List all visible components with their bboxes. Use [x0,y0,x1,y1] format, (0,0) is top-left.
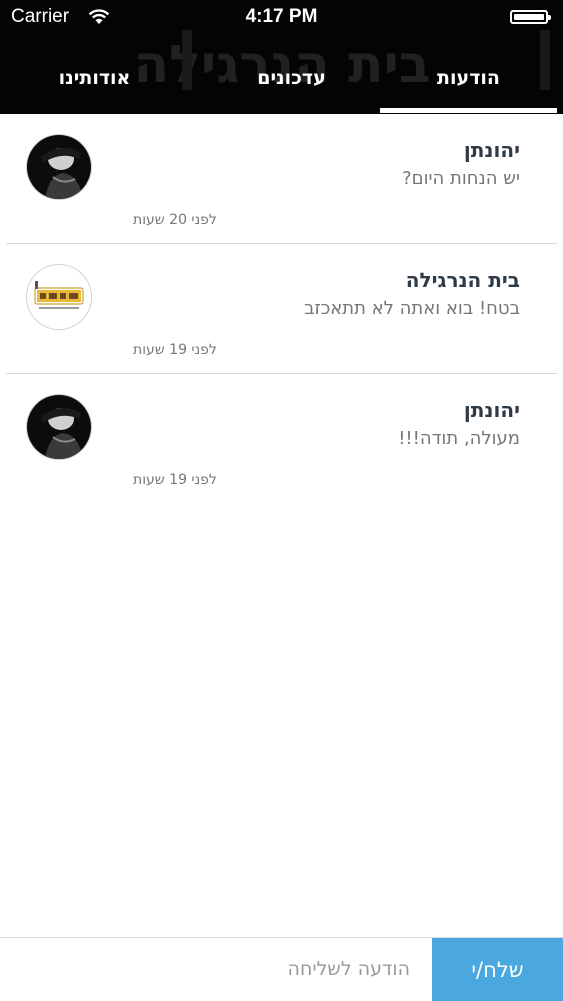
message-timestamp: לפני 20 שעות [133,212,217,228]
user-avatar-icon [27,135,91,199]
avatar [27,265,91,329]
avatar [27,135,91,199]
message-row[interactable]: יהונתן יש הנחות היום? לפני 20 שעות [0,114,563,244]
tab-messages[interactable]: הודעות [380,60,557,96]
active-tab-indicator [380,108,557,113]
status-time: 4:17 PM [245,6,318,27]
send-button[interactable]: שלח/י [432,938,563,1001]
message-text: מעולה, תודה!!! [398,428,520,449]
app-header: בית הנרגילה Carrier 4:17 PM הודעות עדכונ… [0,0,563,114]
sender-name: יהונתן [463,398,520,422]
status-bar: Carrier 4:17 PM [0,0,563,36]
message-timestamp: לפני 19 שעות [133,342,217,358]
message-composer: שלח/י [0,937,563,1001]
user-avatar-icon [27,395,91,459]
message-text: יש הנחות היום? [402,168,520,189]
message-row[interactable]: יהונתן מעולה, תודה!!! לפני 19 שעות [0,374,563,504]
tab-updates[interactable]: עדכונים [203,60,380,96]
sender-name: יהונתן [463,138,520,162]
message-timestamp: לפני 19 שעות [133,472,217,488]
battery-icon [510,10,551,24]
message-text: בטח! בוא ואתה לא תתאכזב [304,298,520,319]
brand-logo-icon [27,265,91,329]
message-input[interactable] [0,938,410,1000]
message-row[interactable]: בית הנרגילה בטח! בוא ואתה לא תתאכזב לפני… [0,244,563,374]
sender-name: בית הנרגילה [405,268,520,292]
avatar [27,395,91,459]
tab-about-us[interactable]: אודותינו [6,60,183,96]
